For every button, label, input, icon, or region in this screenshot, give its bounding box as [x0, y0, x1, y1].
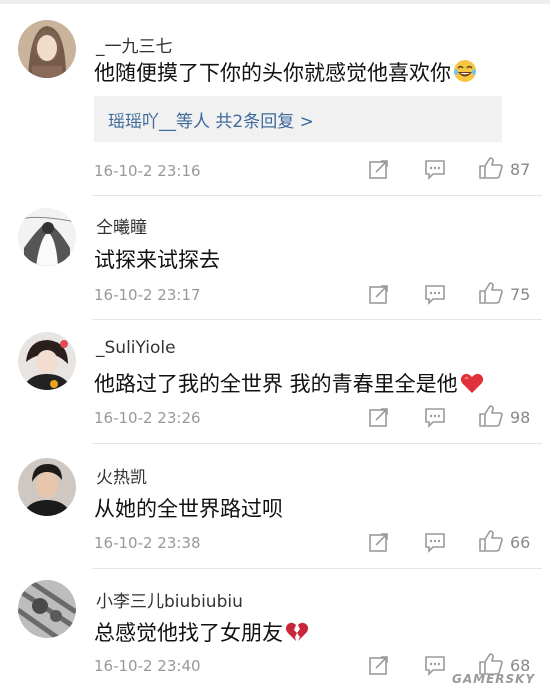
thumbs-up-icon[interactable] [478, 404, 504, 432]
view-replies-link[interactable]: 瑶瑶吖__等人 共2条回复 > [108, 107, 314, 132]
forward-icon[interactable] [368, 654, 390, 680]
divider [92, 319, 542, 320]
broken-heart-emoji [285, 621, 309, 648]
avatar[interactable] [18, 580, 76, 638]
comment-icon[interactable] [424, 531, 446, 557]
forward-icon[interactable] [368, 283, 390, 309]
comment-icon[interactable] [424, 158, 446, 184]
avatar[interactable] [18, 208, 76, 266]
forward-icon[interactable] [368, 158, 390, 184]
red-heart-emoji [460, 372, 484, 399]
comment-text: 总感觉他找了女朋友 [94, 617, 309, 648]
comment-time: 16-10-2 23:17 [94, 286, 201, 304]
comment-text: 他随便摸了下你的头你就感觉他喜欢你 [94, 57, 477, 88]
comment-text-body: 总感觉他找了女朋友 [94, 621, 283, 645]
comment-time: 16-10-2 23:40 [94, 657, 201, 675]
top-divider [0, 0, 550, 4]
like-count: 75 [510, 285, 531, 304]
divider [92, 443, 542, 444]
like-count: 66 [510, 533, 531, 552]
divider [92, 568, 542, 569]
like-count: 98 [510, 408, 531, 427]
avatar[interactable] [18, 332, 76, 390]
username[interactable]: 仝曦瞳 [96, 213, 147, 238]
username[interactable]: _SuliYiole [96, 338, 176, 358]
laughing-tears-emoji [453, 59, 477, 88]
comment-text: 他路过了我的全世界 我的青春里全是他 [94, 368, 484, 399]
username[interactable]: 小李三儿biubiubiu [96, 587, 243, 612]
comment-time: 16-10-2 23:16 [94, 162, 201, 180]
comment-time: 16-10-2 23:26 [94, 409, 201, 427]
comment-text-body: 他路过了我的全世界 我的青春里全是他 [94, 372, 458, 396]
comment-icon[interactable] [424, 283, 446, 309]
comment-text: 试探来试探去 [94, 248, 220, 272]
like-count: 87 [510, 160, 531, 179]
thumbs-up-icon[interactable] [478, 156, 504, 184]
thumbs-up-icon[interactable] [478, 529, 504, 557]
username[interactable]: 火热凯 [96, 463, 147, 488]
forward-icon[interactable] [368, 406, 390, 432]
avatar[interactable] [18, 458, 76, 516]
forward-icon[interactable] [368, 531, 390, 557]
comment-icon[interactable] [424, 654, 446, 680]
thumbs-up-icon[interactable] [478, 281, 504, 309]
reply-preview-box[interactable]: 瑶瑶吖__等人 共2条回复 > [94, 96, 502, 142]
divider [92, 195, 542, 196]
avatar[interactable] [18, 20, 76, 78]
username[interactable]: _一九三七 [96, 32, 173, 57]
comment-time: 16-10-2 23:38 [94, 534, 201, 552]
comment-icon[interactable] [424, 406, 446, 432]
comment-text-body: 他随便摸了下你的头你就感觉他喜欢你 [94, 61, 451, 85]
comment-text: 从她的全世界路过呗 [94, 497, 283, 521]
watermark: GAMERSKY [452, 672, 536, 686]
